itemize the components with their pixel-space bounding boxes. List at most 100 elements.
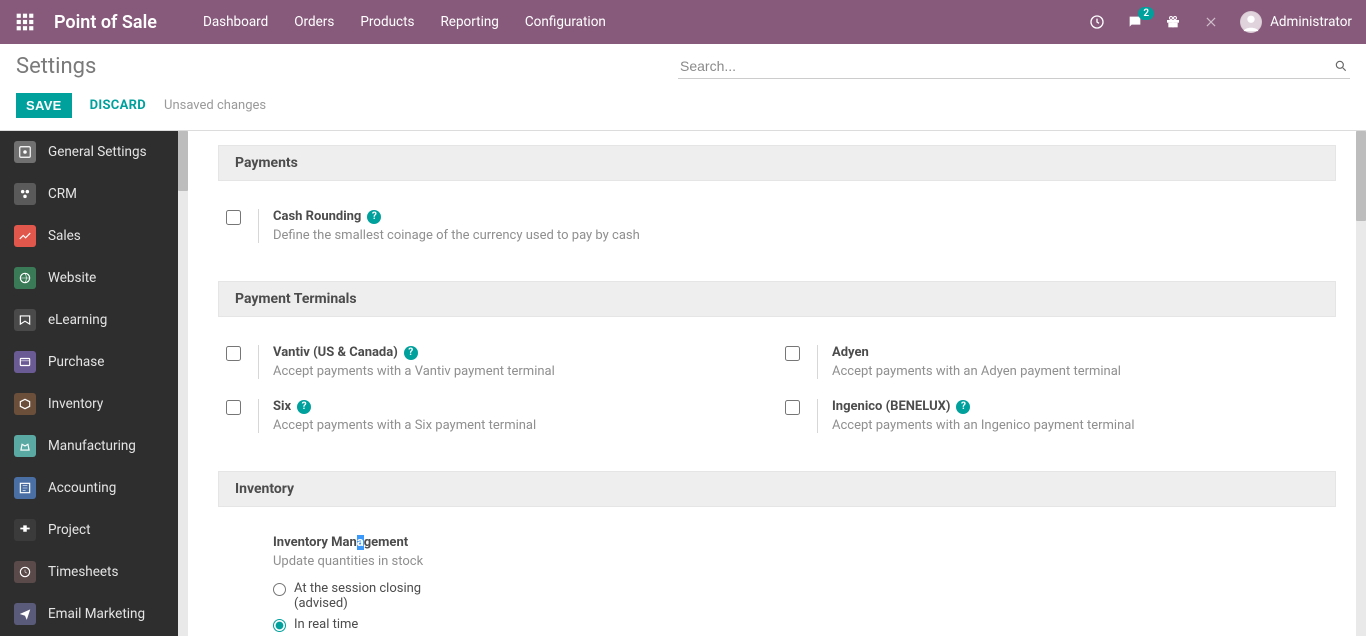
help-icon[interactable]: ? [367,210,381,224]
search-icon[interactable] [1334,59,1348,73]
close-icon[interactable] [1202,13,1220,31]
sidebar-icon [14,561,36,583]
six-label: Six [273,399,291,414]
help-icon[interactable]: ? [297,400,311,414]
nav-menu: Dashboard Orders Products Reporting Conf… [203,14,606,30]
sidebar-icon [14,519,36,541]
navbar-right: 2 Administrator [1088,11,1352,33]
user-name: Administrator [1270,14,1352,30]
user-menu[interactable]: Administrator [1240,11,1352,33]
avatar-icon [1240,11,1262,33]
sidebar-scrollbar[interactable] [178,131,188,636]
section-payments-header: Payments [218,145,1336,181]
sidebar-item-crm[interactable]: CRM [0,173,178,215]
save-button[interactable]: SAVE [16,93,72,118]
main: General Settings CRM Sales Website eLearning… [0,130,1366,636]
sidebar-item-elearning[interactable]: eLearning [0,299,178,341]
radio-real-time-input[interactable] [273,619,286,632]
setting-ingenico: Ingenico (BENELUX) ? Accept payments wit… [777,389,1336,443]
sidebar-item-label: Inventory [48,396,103,412]
sidebar-icon [14,267,36,289]
adyen-checkbox[interactable] [785,346,800,361]
sidebar-item-project[interactable]: Project [0,509,178,551]
navbar: Point of Sale Dashboard Orders Products … [0,0,1366,44]
sidebar-item-general-settings[interactable]: General Settings [0,131,178,173]
unsaved-label: Unsaved changes [164,98,266,113]
sidebar-item-label: General Settings [48,144,147,160]
apps-icon[interactable] [14,11,36,33]
vantiv-checkbox[interactable] [226,346,241,361]
sidebar-item-label: CRM [48,186,77,202]
adyen-desc: Accept payments with an Adyen payment te… [832,364,1324,379]
sidebar-icon [14,183,36,205]
content-area: Payments Cash Rounding ? Define the smal… [188,131,1366,636]
sidebar-item-timesheets[interactable]: Timesheets [0,551,178,593]
sidebar: General Settings CRM Sales Website eLearning… [0,131,188,636]
inventory-management-options: At the session closing (advised) In real… [273,581,1324,632]
inventory-management-label: Inventory Management [273,535,408,550]
sidebar-item-label: Website [48,270,96,286]
search-input[interactable] [680,58,1334,74]
sidebar-item-label: eLearning [48,312,107,328]
page-title: Settings [16,54,96,79]
nav-configuration[interactable]: Configuration [525,14,606,30]
radio-session-closing-input[interactable] [273,583,286,596]
help-icon[interactable]: ? [404,346,418,360]
sidebar-icon [14,141,36,163]
nav-products[interactable]: Products [360,14,414,30]
sidebar-item-email-marketing[interactable]: Email Marketing [0,593,178,635]
radio-session-closing[interactable]: At the session closing (advised) [273,581,1324,611]
section-inventory-header: Inventory [218,471,1336,507]
gift-icon[interactable] [1164,13,1182,31]
section-terminals-header: Payment Terminals [218,281,1336,317]
nav-orders[interactable]: Orders [294,14,334,30]
setting-adyen: Adyen Accept payments with an Adyen paym… [777,335,1336,389]
sidebar-icon [14,225,36,247]
setting-vantiv: Vantiv (US & Canada) ? Accept payments w… [218,335,777,389]
sidebar-icon [14,435,36,457]
discard-button[interactable]: DISCARD [90,98,146,113]
sidebar-item-label: Email Marketing [48,606,145,622]
inventory-management-desc: Update quantities in stock [273,554,1324,569]
sidebar-item-label: Accounting [48,480,116,496]
sidebar-icon [14,477,36,499]
search-bar[interactable] [678,54,1350,79]
ingenico-desc: Accept payments with an Ingenico payment… [832,418,1324,433]
sidebar-item-purchase[interactable]: Purchase [0,341,178,383]
sidebar-item-sales[interactable]: Sales [0,215,178,257]
sidebar-item-label: Sales [48,228,81,244]
messages-icon[interactable]: 2 [1126,13,1144,31]
sidebar-item-website[interactable]: Website [0,257,178,299]
sidebar-icon [14,603,36,625]
ingenico-checkbox[interactable] [785,400,800,415]
ingenico-label: Ingenico (BENELUX) [832,399,950,414]
setting-cash-rounding: Cash Rounding ? Define the smallest coin… [218,199,1336,253]
setting-inventory-management: Inventory Management Update quantities i… [218,525,1336,636]
sidebar-icon [14,309,36,331]
sidebar-item-label: Purchase [48,354,104,370]
radio-real-time[interactable]: In real time [273,617,1324,632]
messages-badge: 2 [1138,7,1154,20]
vantiv-desc: Accept payments with a Vantiv payment te… [273,364,765,379]
cash-rounding-label: Cash Rounding [273,209,361,224]
six-checkbox[interactable] [226,400,241,415]
setting-six: Six ? Accept payments with a Six payment… [218,389,777,443]
help-icon[interactable]: ? [956,400,970,414]
sidebar-item-label: Manufacturing [48,438,136,454]
content-scrollbar[interactable] [1356,131,1366,636]
adyen-label: Adyen [832,345,869,360]
cash-rounding-desc: Define the smallest coinage of the curre… [273,228,1324,243]
sidebar-icon [14,351,36,373]
sidebar-item-manufacturing[interactable]: Manufacturing [0,425,178,467]
navbar-left: Point of Sale Dashboard Orders Products … [14,11,606,33]
cash-rounding-checkbox[interactable] [226,210,241,225]
control-panel: Settings SAVE DISCARD Unsaved changes [0,44,1366,130]
clock-icon[interactable] [1088,13,1106,31]
nav-dashboard[interactable]: Dashboard [203,14,268,30]
vantiv-label: Vantiv (US & Canada) [273,345,398,360]
brand[interactable]: Point of Sale [54,12,157,33]
sidebar-item-accounting[interactable]: Accounting [0,467,178,509]
six-desc: Accept payments with a Six payment termi… [273,418,765,433]
nav-reporting[interactable]: Reporting [440,14,498,30]
sidebar-item-inventory[interactable]: Inventory [0,383,178,425]
